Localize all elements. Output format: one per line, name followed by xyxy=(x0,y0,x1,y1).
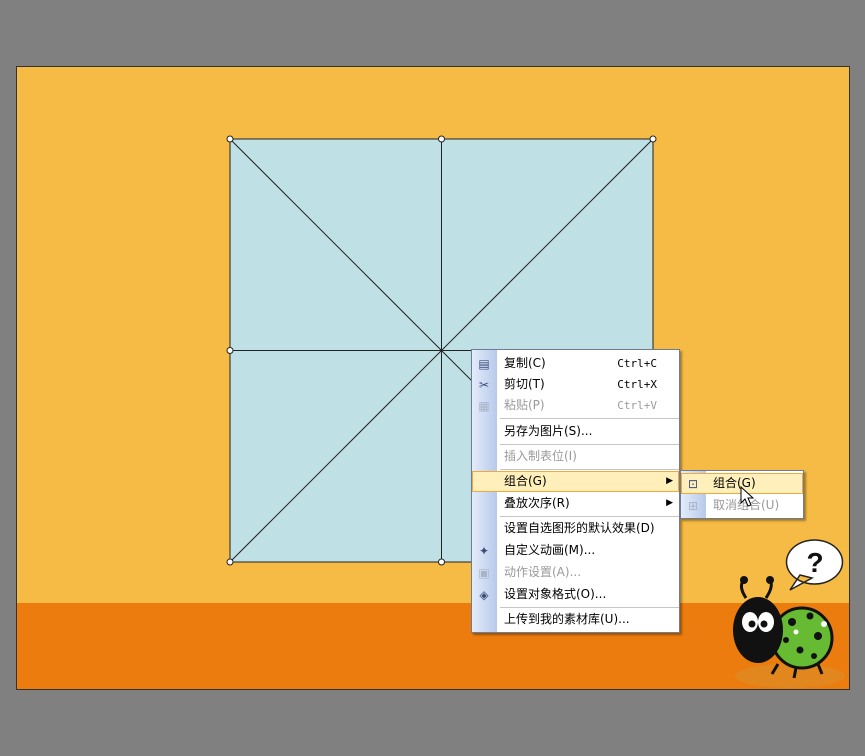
menu-separator xyxy=(500,444,679,445)
menu-item-label: 上传到我的素材库(U)... xyxy=(504,612,630,626)
format-object-icon: ◈ xyxy=(479,588,489,602)
menu-item-format-object[interactable]: ◈ 设置对象格式(O)... xyxy=(472,584,679,605)
menu-item-save-as-picture[interactable]: 另存为图片(S)... xyxy=(472,421,679,442)
menu-separator xyxy=(500,418,679,419)
handle-middle-left[interactable] xyxy=(226,347,234,354)
menu-item-cut[interactable]: ✂ 剪切(T) Ctrl+X xyxy=(472,374,679,395)
menu-item-label: 剪切(T) xyxy=(504,377,545,391)
menu-item-label: 另存为图片(S)... xyxy=(504,424,593,438)
custom-animation-icon: ✦ xyxy=(478,544,490,558)
menu-item-label: 插入制表位(I) xyxy=(504,449,577,463)
menu-item-label: 设置对象格式(O)... xyxy=(504,587,607,601)
copy-icon: ▤ xyxy=(478,357,490,371)
menu-item-shortcut: Ctrl+X xyxy=(617,378,657,391)
menu-item-shortcut: Ctrl+V xyxy=(617,399,657,412)
handle-top-left[interactable] xyxy=(226,135,234,143)
submenu-arrow-icon: ▶ xyxy=(666,476,673,486)
menu-item-group[interactable]: 组合(G) ▶ xyxy=(472,471,679,492)
menu-item-paste[interactable]: ▦ 粘贴(P) Ctrl+V xyxy=(472,395,679,416)
menu-separator xyxy=(500,607,679,608)
menu-item-insert-tab-stop[interactable]: 插入制表位(I) xyxy=(472,446,679,467)
menu-item-label: 自定义动画(M)... xyxy=(504,543,596,557)
group-icon: ⊡ xyxy=(687,477,699,491)
menu-item-order[interactable]: 叠放次序(R) ▶ xyxy=(472,493,679,514)
cut-icon: ✂ xyxy=(478,378,490,392)
ladybug-mascot-icon xyxy=(733,539,845,688)
menu-item-label: 叠放次序(R) xyxy=(504,496,570,510)
action-settings-icon: ▣ xyxy=(478,566,490,580)
speech-bubble-text: ? xyxy=(806,547,823,578)
menu-item-upload-to-library[interactable]: 上传到我的素材库(U)... xyxy=(472,609,679,630)
menu-item-shortcut: Ctrl+C xyxy=(617,357,657,370)
selected-shape-group[interactable]: ? xyxy=(0,0,865,756)
menu-item-action-settings[interactable]: ▣ 动作设置(A)... xyxy=(472,562,679,583)
mouse-cursor-icon xyxy=(740,486,755,507)
menu-item-label: 动作设置(A)... xyxy=(504,565,582,579)
handle-top-right[interactable] xyxy=(649,135,657,143)
menu-item-label: 粘贴(P) xyxy=(504,398,545,412)
menu-item-copy[interactable]: ▤ 复制(C) Ctrl+C xyxy=(472,353,679,374)
paste-icon: ▦ xyxy=(478,399,490,413)
menu-item-label: 组合(G) xyxy=(504,474,547,488)
menu-item-label: 设置自选图形的默认效果(D) xyxy=(504,521,655,535)
menu-item-custom-animation[interactable]: ✦ 自定义动画(M)... xyxy=(472,540,679,561)
context-menu: ▤ 复制(C) Ctrl+C ✂ 剪切(T) Ctrl+X ▦ 粘贴(P) Ct… xyxy=(471,349,680,633)
handle-bottom-middle[interactable] xyxy=(438,558,445,566)
handle-bottom-left[interactable] xyxy=(226,558,234,566)
handle-top-middle[interactable] xyxy=(438,135,445,143)
menu-item-label: 复制(C) xyxy=(504,356,546,370)
menu-item-set-default-effect[interactable]: 设置自选图形的默认效果(D) xyxy=(472,518,679,539)
menu-separator xyxy=(500,516,679,517)
ungroup-icon: ⊞ xyxy=(687,499,699,513)
menu-separator xyxy=(500,469,679,470)
submenu-arrow-icon: ▶ xyxy=(666,498,673,508)
